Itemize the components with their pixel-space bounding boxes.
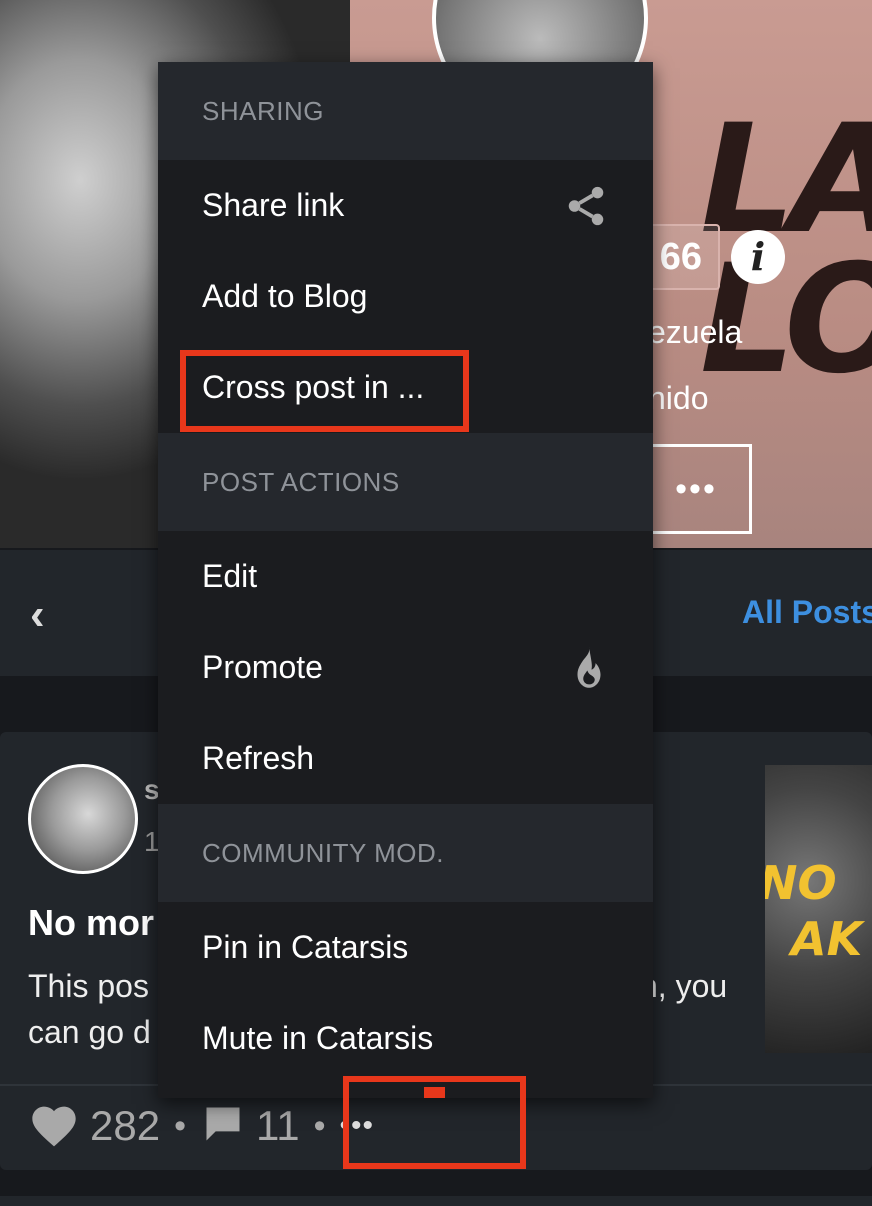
menu-item-label: Refresh bbox=[202, 740, 315, 776]
next-card-edge bbox=[0, 1196, 872, 1206]
menu-section-sharing: SHARING bbox=[158, 62, 653, 160]
profile-title: nido bbox=[648, 380, 709, 416]
menu-item-promote[interactable]: Promote bbox=[158, 622, 653, 713]
chevron-left-icon[interactable]: ‹ bbox=[30, 590, 45, 640]
post-excerpt-line1-end: n, you bbox=[640, 968, 728, 1004]
post-author-avatar[interactable] bbox=[28, 764, 138, 874]
post-excerpt-line1: This pos bbox=[28, 968, 149, 1004]
menu-item-share-link[interactable]: Share link bbox=[158, 160, 653, 251]
menu-item-label: Promote bbox=[202, 649, 323, 685]
menu-item-label: Mute in Catarsis bbox=[202, 1020, 434, 1056]
comments-count: 11 bbox=[255, 1102, 300, 1149]
menu-item-mute[interactable]: Mute in Catarsis bbox=[158, 993, 653, 1084]
heart-icon[interactable] bbox=[28, 1100, 80, 1153]
post-title[interactable]: No mor bbox=[28, 902, 154, 944]
comment-icon[interactable] bbox=[200, 1102, 246, 1151]
highlight-marker bbox=[424, 1087, 445, 1098]
menu-section-header: COMMUNITY MOD. bbox=[202, 837, 444, 868]
menu-item-edit[interactable]: Edit bbox=[158, 531, 653, 622]
menu-section-header: POST ACTIONS bbox=[202, 466, 400, 497]
profile-location: ezuela bbox=[648, 314, 743, 350]
menu-item-label: Edit bbox=[202, 558, 258, 594]
profile-more-button[interactable]: ••• bbox=[640, 444, 752, 534]
info-icon[interactable]: i bbox=[731, 230, 785, 284]
menu-item-label: Add to Blog bbox=[202, 278, 368, 314]
separator-dot: • bbox=[174, 1106, 186, 1145]
menu-section-community-mod: COMMUNITY MOD. bbox=[158, 804, 653, 902]
separator-dot: • bbox=[313, 1106, 326, 1145]
fire-icon bbox=[569, 645, 609, 691]
menu-item-label: Pin in Catarsis bbox=[202, 929, 409, 965]
menu-section-post-actions: POST ACTIONS bbox=[158, 433, 653, 531]
menu-item-add-to-blog[interactable]: Add to Blog bbox=[158, 251, 653, 342]
post-options-menu: SHARING Share link Add to Blog Cross pos… bbox=[158, 62, 653, 1098]
likes-count: 282 bbox=[90, 1102, 161, 1149]
thumbnail-text: NO AK bbox=[765, 856, 863, 966]
menu-item-refresh[interactable]: Refresh bbox=[158, 713, 653, 804]
all-posts-link[interactable]: All Posts bbox=[742, 594, 872, 631]
menu-item-pin[interactable]: Pin in Catarsis bbox=[158, 902, 653, 993]
menu-section-header: SHARING bbox=[202, 95, 324, 126]
share-icon bbox=[563, 183, 609, 229]
post-actions-bar: 282 • 11 • ••• bbox=[28, 1098, 374, 1154]
menu-item-label: Share link bbox=[202, 187, 345, 223]
post-excerpt-line2: can go d bbox=[28, 1014, 151, 1050]
post-thumbnail[interactable]: NO AK bbox=[765, 765, 872, 1053]
highlight-box-cross-post bbox=[180, 350, 469, 432]
